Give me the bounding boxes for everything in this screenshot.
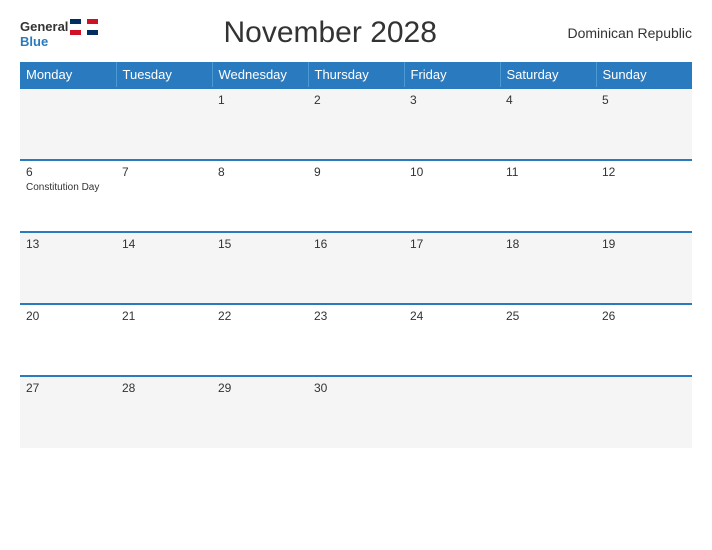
weekday-wednesday: Wednesday	[212, 62, 308, 88]
calendar-cell: 7	[116, 160, 212, 232]
week-row-1: 12345	[20, 88, 692, 160]
day-number: 13	[26, 237, 110, 251]
calendar-cell	[20, 88, 116, 160]
calendar-cell: 30	[308, 376, 404, 448]
calendar-table: MondayTuesdayWednesdayThursdayFridaySatu…	[20, 62, 692, 448]
weekday-thursday: Thursday	[308, 62, 404, 88]
week-row-4: 20 21 22 23 24 25 26	[20, 304, 692, 376]
day-number: 20	[26, 309, 110, 323]
day-number: 9	[314, 165, 398, 179]
logo-blue-text: Blue	[20, 35, 48, 48]
day-number: 29	[218, 381, 302, 395]
calendar-page: General Blue November 2028 Dominican Rep…	[0, 0, 712, 550]
calendar-cell: 27	[20, 376, 116, 448]
calendar-cell: 24	[404, 304, 500, 376]
day-number: 16	[314, 237, 398, 251]
week-row-2: 6 Constitution Day 789 10 11 12	[20, 160, 692, 232]
calendar-cell: 5	[596, 88, 692, 160]
calendar-cell: 25	[500, 304, 596, 376]
day-number: 22	[218, 309, 302, 323]
day-number: 11	[506, 165, 590, 179]
day-number: 17	[410, 237, 494, 251]
week-row-3: 13 14 15 16 17 18 19	[20, 232, 692, 304]
calendar-cell: 26	[596, 304, 692, 376]
calendar-cell: 16	[308, 232, 404, 304]
calendar-cell: 28	[116, 376, 212, 448]
country-label: Dominican Republic	[562, 25, 692, 41]
calendar-cell: 1	[212, 88, 308, 160]
day-number: 1	[218, 93, 302, 107]
day-number: 27	[26, 381, 110, 395]
calendar-cell: 18	[500, 232, 596, 304]
day-number: 7	[122, 165, 206, 179]
weekday-tuesday: Tuesday	[116, 62, 212, 88]
calendar-cell: 8	[212, 160, 308, 232]
calendar-header: MondayTuesdayWednesdayThursdayFridaySatu…	[20, 62, 692, 88]
day-event: Constitution Day	[26, 182, 99, 193]
day-number: 2	[314, 93, 398, 107]
calendar-cell: 22	[212, 304, 308, 376]
calendar-body: 123456Constitution Day789101112131415161…	[20, 88, 692, 448]
day-number: 5	[602, 93, 686, 107]
day-number: 21	[122, 309, 206, 323]
weekday-header-row: MondayTuesdayWednesdayThursdayFridaySatu…	[20, 62, 692, 88]
calendar-cell: 13	[20, 232, 116, 304]
day-number: 8	[218, 165, 302, 179]
weekday-friday: Friday	[404, 62, 500, 88]
weekday-saturday: Saturday	[500, 62, 596, 88]
calendar-cell	[116, 88, 212, 160]
logo-flag-icon	[70, 19, 98, 35]
calendar-cell: 20	[20, 304, 116, 376]
logo: General Blue	[20, 19, 98, 48]
calendar-cell: 11	[500, 160, 596, 232]
day-number: 19	[602, 237, 686, 251]
calendar-cell: 3	[404, 88, 500, 160]
day-number: 3	[410, 93, 494, 107]
calendar-cell: 4	[500, 88, 596, 160]
weekday-sunday: Sunday	[596, 62, 692, 88]
day-number: 24	[410, 309, 494, 323]
day-number: 30	[314, 381, 398, 395]
calendar-cell: 2	[308, 88, 404, 160]
calendar-cell: 19	[596, 232, 692, 304]
day-number: 6	[26, 165, 110, 179]
calendar-cell: 6 Constitution Day	[20, 160, 116, 232]
calendar-cell	[404, 376, 500, 448]
day-number: 23	[314, 309, 398, 323]
calendar-cell: 29	[212, 376, 308, 448]
calendar-cell: 15	[212, 232, 308, 304]
calendar-cell: 17	[404, 232, 500, 304]
month-title: November 2028	[98, 16, 562, 50]
day-number: 15	[218, 237, 302, 251]
logo-general-text: General	[20, 20, 68, 33]
calendar-cell: 10	[404, 160, 500, 232]
calendar-cell: 14	[116, 232, 212, 304]
calendar-cell	[500, 376, 596, 448]
day-number: 18	[506, 237, 590, 251]
day-number: 10	[410, 165, 494, 179]
calendar-cell: 12	[596, 160, 692, 232]
day-number: 14	[122, 237, 206, 251]
calendar-cell: 23	[308, 304, 404, 376]
week-row-5: 27 28 29 30	[20, 376, 692, 448]
calendar-cell	[596, 376, 692, 448]
day-number: 26	[602, 309, 686, 323]
weekday-monday: Monday	[20, 62, 116, 88]
calendar-cell: 9	[308, 160, 404, 232]
day-number: 28	[122, 381, 206, 395]
calendar-cell: 21	[116, 304, 212, 376]
day-number: 4	[506, 93, 590, 107]
day-number: 25	[506, 309, 590, 323]
header: General Blue November 2028 Dominican Rep…	[20, 16, 692, 50]
day-number: 12	[602, 165, 686, 179]
